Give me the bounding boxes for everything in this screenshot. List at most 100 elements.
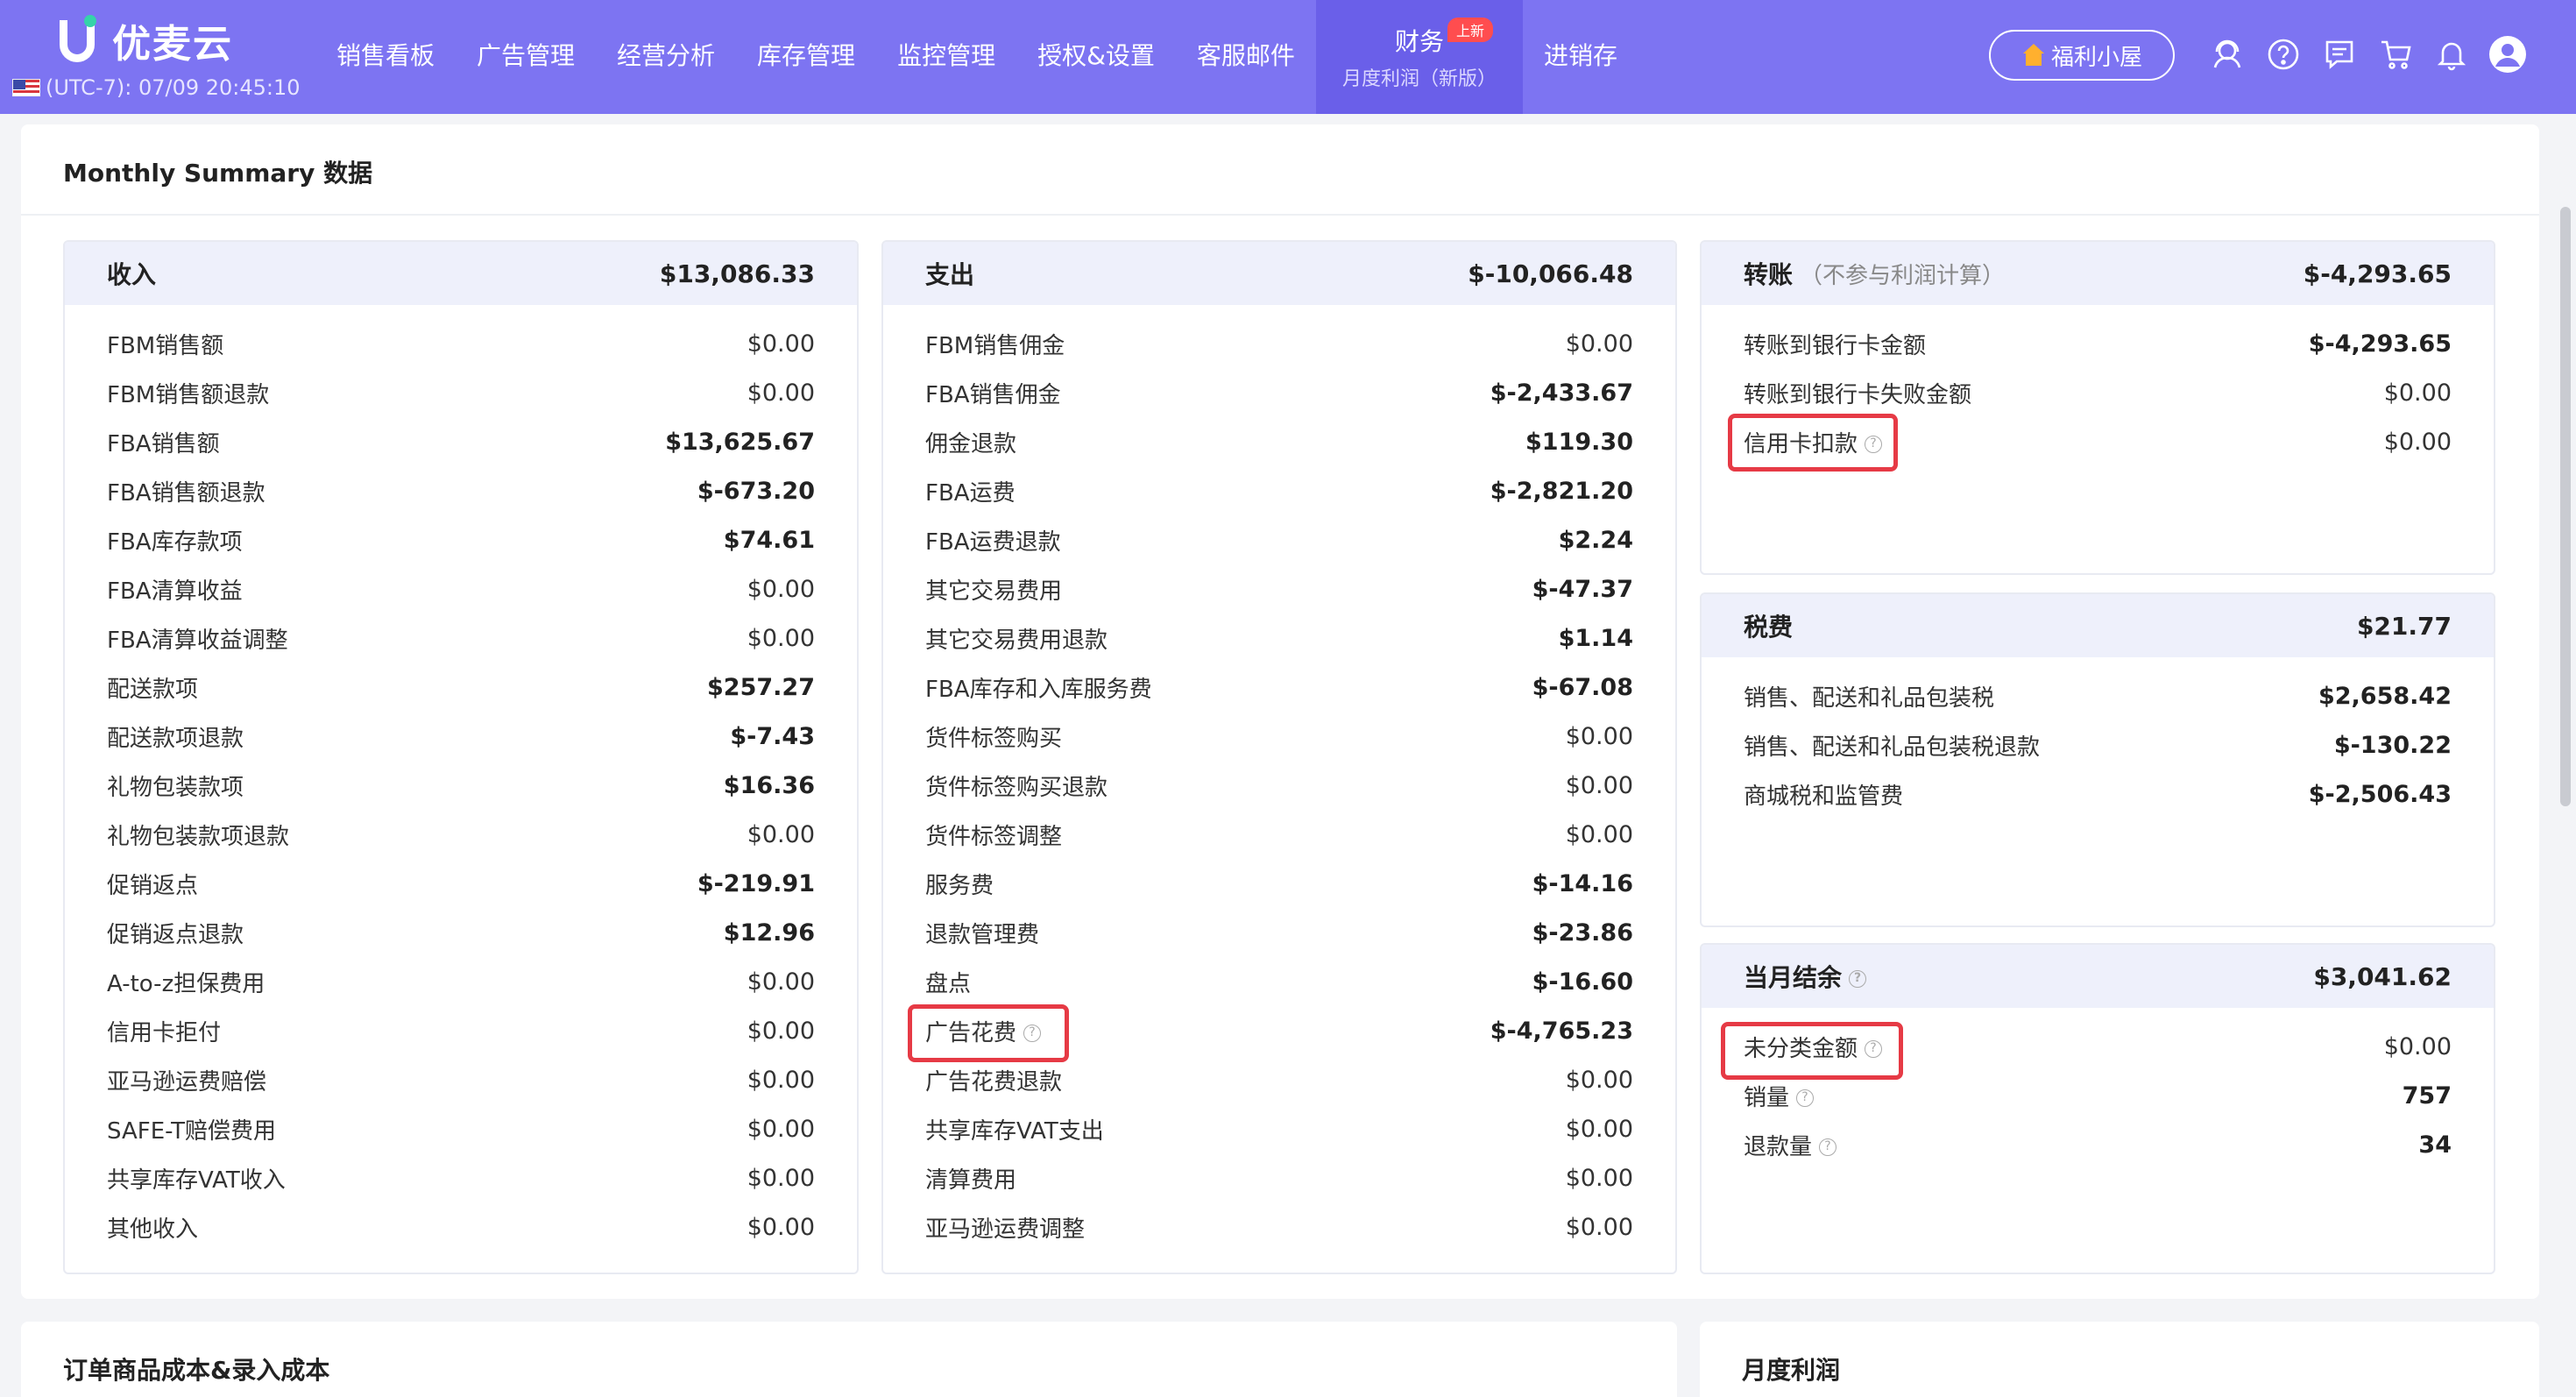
header-actions bbox=[2208, 35, 2527, 74]
welfare-house-button[interactable]: 福利小屋 bbox=[1989, 30, 2175, 81]
income-row: FBA库存款项 $74.61 bbox=[107, 526, 815, 556]
timezone-clock: (UTC-7): 07/09 20:45:10 bbox=[12, 75, 301, 100]
income-title: 收入 bbox=[107, 260, 157, 289]
house-icon bbox=[2021, 44, 2046, 67]
expense-row: 服务费 $-14.16 bbox=[925, 869, 1633, 899]
logo-icon bbox=[60, 15, 103, 66]
nav-finance-label: 财务 bbox=[1394, 27, 1444, 56]
help-icon[interactable] bbox=[2264, 35, 2303, 74]
expense-row: 盘点 $-16.60 bbox=[925, 968, 1633, 997]
nav-item-finance[interactable]: 财务 月度利润（新版） 上新 bbox=[1315, 0, 1523, 114]
expense-row: 亚马逊运费调整 $0.00 bbox=[925, 1213, 1633, 1243]
us-flag-icon bbox=[12, 79, 40, 96]
monthly-profit-card: 月度利润 bbox=[1700, 1322, 2539, 1397]
transfer-title: 转账 bbox=[1744, 260, 1794, 289]
help-icon[interactable]: ? bbox=[1849, 970, 1867, 988]
income-row: FBM销售额退款 $0.00 bbox=[107, 379, 815, 408]
expense-row: 其它交易费用 $-47.37 bbox=[925, 575, 1633, 605]
transfer-row: 转账到银行卡失败金额 $0.00 bbox=[1744, 379, 2452, 408]
balance-title: 当月结余 bbox=[1744, 963, 1843, 992]
expense-rows: FBM销售佣金 $0.00 FBA销售佣金 $-2,433.67 佣金退款 $119.… bbox=[883, 305, 1675, 1252]
income-row: SAFE-T赔偿费用 $0.00 bbox=[107, 1115, 815, 1145]
order-cost-card: 订单商品成本&录入成本 bbox=[21, 1322, 1677, 1397]
main-nav: 销售看板 广告管理 经营分析 库存管理 监控管理 授权&设置 客服邮件 财务 月… bbox=[315, 0, 1638, 114]
income-row: 礼物包装款项 $16.36 bbox=[107, 771, 815, 801]
income-row: 促销返点 $-219.91 bbox=[107, 869, 815, 899]
user-avatar-icon[interactable] bbox=[2488, 35, 2527, 74]
expense-row: FBA销售佣金 $-2,433.67 bbox=[925, 379, 1633, 408]
income-row: 促销返点退款 $12.96 bbox=[107, 918, 815, 948]
expense-total: $-10,066.48 bbox=[1468, 259, 1633, 288]
income-rows: FBM销售额 $0.00 FBM销售额退款 $0.00 FBA销售额 $13,625.… bbox=[65, 305, 857, 1252]
tax-row: 商城税和监管费 $-2,506.43 bbox=[1744, 780, 2452, 810]
nav-item-monitor[interactable]: 监控管理 bbox=[876, 0, 1016, 114]
tax-rows: 销售、配送和礼品包装税 $2,658.42 销售、配送和礼品包装税退款 $-130.… bbox=[1702, 657, 2494, 819]
income-row: 共享库存VAT收入 $0.00 bbox=[107, 1164, 815, 1194]
bell-icon[interactable] bbox=[2432, 35, 2471, 74]
app-logo[interactable]: 优麦云 bbox=[60, 12, 233, 68]
logo-text: 优麦云 bbox=[112, 22, 233, 67]
highlight-box bbox=[1728, 414, 1898, 472]
balance-panel: 当月结余? $3,041.62 未分类金额? $0.00 销量? 757 退款量… bbox=[1700, 943, 2495, 1274]
income-total: $13,086.33 bbox=[659, 259, 815, 288]
nav-item-service-mail[interactable]: 客服邮件 bbox=[1176, 0, 1316, 114]
nav-item-sales-dashboard[interactable]: 销售看板 bbox=[315, 0, 456, 114]
transfer-row: 转账到银行卡金额 $-4,293.65 bbox=[1744, 330, 2452, 359]
tax-total: $21.77 bbox=[2356, 611, 2452, 641]
expense-row: 共享库存VAT支出 $0.00 bbox=[925, 1115, 1633, 1145]
nav-finance-sub: 月度利润（新版） bbox=[1341, 68, 1497, 90]
expense-row: 货件标签调整 $0.00 bbox=[925, 820, 1633, 850]
monthly-summary-card: Monthly Summary 数据 收入 $13,086.33 FBM销售额 $… bbox=[21, 124, 2539, 1299]
cart-icon[interactable] bbox=[2376, 35, 2415, 74]
help-icon[interactable]: ? bbox=[1819, 1138, 1837, 1156]
transfer-header: 转账 （不参与利润计算） $-4,293.65 bbox=[1702, 242, 2494, 305]
income-header: 收入 $13,086.33 bbox=[65, 242, 857, 305]
balance-header: 当月结余? $3,041.62 bbox=[1702, 945, 2494, 1008]
tax-header: 税费 $21.77 bbox=[1702, 594, 2494, 657]
income-panel: 收入 $13,086.33 FBM销售额 $0.00 FBM销售额退款 $0.00 … bbox=[63, 240, 859, 1274]
balance-total: $3,041.62 bbox=[2313, 961, 2452, 991]
tax-panel: 税费 $21.77 销售、配送和礼品包装税 $2,658.42 销售、配送和礼品包… bbox=[1700, 592, 2495, 927]
message-icon[interactable] bbox=[2320, 35, 2359, 74]
income-row: FBA销售额退款 $-673.20 bbox=[107, 477, 815, 507]
highlight-box bbox=[908, 1004, 1069, 1062]
nav-item-inventory[interactable]: 库存管理 bbox=[736, 0, 876, 114]
expense-header: 支出 $-10,066.48 bbox=[883, 242, 1675, 305]
expense-row: FBA库存和入库服务费 $-67.08 bbox=[925, 673, 1633, 703]
summary-title: Monthly Summary 数据 bbox=[63, 159, 373, 188]
expense-row: 货件标签购买退款 $0.00 bbox=[925, 771, 1633, 801]
clock-text: (UTC-7): 07/09 20:45:10 bbox=[46, 75, 301, 100]
expense-row: 清算费用 $0.00 bbox=[925, 1164, 1633, 1194]
income-row: A-to-z担保费用 $0.00 bbox=[107, 968, 815, 997]
expense-row: 其它交易费用退款 $1.14 bbox=[925, 624, 1633, 654]
order-cost-title: 订单商品成本&录入成本 bbox=[63, 1356, 330, 1385]
expense-row: 货件标签购买 $0.00 bbox=[925, 722, 1633, 752]
income-row: FBA清算收益 $0.00 bbox=[107, 575, 815, 605]
income-row: 礼物包装款项退款 $0.00 bbox=[107, 820, 815, 850]
support-icon[interactable] bbox=[2208, 35, 2247, 74]
nav-item-purchase-sales-stock[interactable]: 进销存 bbox=[1523, 0, 1638, 114]
top-navigation-bar: 优麦云 (UTC-7): 07/09 20:45:10 销售看板 广告管理 经营… bbox=[0, 0, 2576, 114]
income-row: 亚马逊运费赔偿 $0.00 bbox=[107, 1066, 815, 1096]
expense-row: 退款管理费 $-23.86 bbox=[925, 918, 1633, 948]
transfer-total: $-4,293.65 bbox=[2303, 259, 2452, 288]
nav-item-auth-settings[interactable]: 授权&设置 bbox=[1016, 0, 1176, 114]
income-row: FBA销售额 $13,625.67 bbox=[107, 428, 815, 457]
highlight-box bbox=[1721, 1022, 1903, 1080]
balance-row: 退款量? 34 bbox=[1744, 1131, 2452, 1160]
income-row: 配送款项退款 $-7.43 bbox=[107, 722, 815, 752]
page-scrollbar[interactable] bbox=[2560, 207, 2571, 806]
help-icon[interactable]: ? bbox=[1796, 1089, 1815, 1107]
transfer-note: （不参与利润计算） bbox=[1800, 263, 2006, 289]
tax-row: 销售、配送和礼品包装税 $2,658.42 bbox=[1744, 682, 2452, 712]
monthly-profit-title: 月度利润 bbox=[1742, 1356, 1841, 1385]
nav-item-analysis[interactable]: 经营分析 bbox=[596, 0, 736, 114]
expense-row: 广告花费退款 $0.00 bbox=[925, 1066, 1633, 1096]
income-row: 配送款项 $257.27 bbox=[107, 673, 815, 703]
nav-item-ads[interactable]: 广告管理 bbox=[456, 0, 596, 114]
expense-title: 支出 bbox=[925, 260, 975, 289]
transfer-panel: 转账 （不参与利润计算） $-4,293.65 转账到银行卡金额 $-4,293.6… bbox=[1700, 240, 2495, 575]
expense-row: 佣金退款 $119.30 bbox=[925, 428, 1633, 457]
expense-panel: 支出 $-10,066.48 FBM销售佣金 $0.00 FBA销售佣金 $-2,4… bbox=[881, 240, 1677, 1274]
income-row: 其他收入 $0.00 bbox=[107, 1213, 815, 1243]
